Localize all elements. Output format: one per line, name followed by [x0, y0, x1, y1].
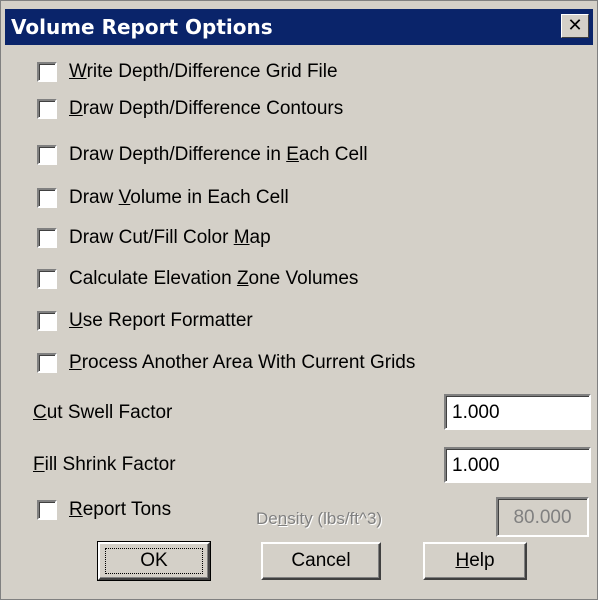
draw-contours-label: Draw Depth/Difference Contours	[69, 98, 344, 119]
close-button[interactable]: ✕	[561, 14, 589, 38]
volume-report-options-dialog: Volume Report Options ✕ Write Depth/Diff…	[0, 0, 598, 600]
elevation-zone-volumes-option[interactable]: Calculate Elevation Zone Volumes	[37, 264, 358, 294]
density-input[interactable]: 80.000	[496, 497, 589, 537]
process-another-area-checkbox[interactable]	[37, 353, 57, 373]
draw-difference-each-cell-checkbox[interactable]	[37, 145, 57, 165]
draw-color-map-checkbox[interactable]	[37, 228, 57, 248]
fill-shrink-factor-input[interactable]: 1.000	[444, 447, 591, 483]
draw-difference-each-cell-option[interactable]: Draw Depth/Difference in Each Cell	[37, 140, 368, 170]
help-button[interactable]: Help	[423, 542, 527, 580]
help-button-label: Help	[455, 550, 495, 571]
fill-shrink-factor-label: Fill Shrink Factor	[33, 454, 176, 475]
draw-difference-each-cell-label: Draw Depth/Difference in Each Cell	[69, 144, 368, 165]
cancel-button[interactable]: Cancel	[261, 542, 381, 580]
write-grid-file-checkbox[interactable]	[37, 62, 57, 82]
ok-button[interactable]: OK	[97, 541, 211, 581]
draw-color-map-label: Draw Cut/Fill Color Map	[69, 227, 271, 248]
cancel-button-label: Cancel	[291, 550, 351, 571]
focus-rect	[105, 548, 203, 574]
draw-contours-checkbox[interactable]	[37, 99, 57, 119]
close-icon: ✕	[567, 15, 583, 36]
elevation-zone-volumes-checkbox[interactable]	[37, 269, 57, 289]
use-report-formatter-label: Use Report Formatter	[69, 310, 253, 331]
dialog-title: Volume Report Options	[11, 15, 273, 39]
title-bar[interactable]: Volume Report Options ✕	[5, 9, 593, 45]
report-tons-option[interactable]: Report Tons	[37, 495, 171, 525]
write-grid-file-label: Write Depth/Difference Grid File	[69, 61, 338, 82]
draw-color-map-option[interactable]: Draw Cut/Fill Color Map	[37, 223, 271, 253]
use-report-formatter-checkbox[interactable]	[37, 311, 57, 331]
process-another-area-option[interactable]: Process Another Area With Current Grids	[37, 348, 415, 378]
elevation-zone-volumes-label: Calculate Elevation Zone Volumes	[69, 268, 359, 289]
process-another-area-label: Process Another Area With Current Grids	[69, 352, 416, 373]
draw-contours-option[interactable]: Draw Depth/Difference Contours	[37, 94, 343, 124]
cut-swell-factor-label: Cut Swell Factor	[33, 402, 173, 423]
draw-volume-each-cell-checkbox[interactable]	[37, 188, 57, 208]
draw-volume-each-cell-label: Draw Volume in Each Cell	[69, 187, 289, 208]
draw-volume-each-cell-option[interactable]: Draw Volume in Each Cell	[37, 183, 289, 213]
report-tons-label: Report Tons	[69, 499, 172, 520]
use-report-formatter-option[interactable]: Use Report Formatter	[37, 306, 253, 336]
write-grid-file-option[interactable]: Write Depth/Difference Grid File	[37, 57, 338, 87]
cut-swell-factor-input[interactable]: 1.000	[444, 394, 591, 430]
density-label: Density (lbs/ft^3)	[256, 509, 383, 528]
report-tons-checkbox[interactable]	[37, 500, 57, 520]
